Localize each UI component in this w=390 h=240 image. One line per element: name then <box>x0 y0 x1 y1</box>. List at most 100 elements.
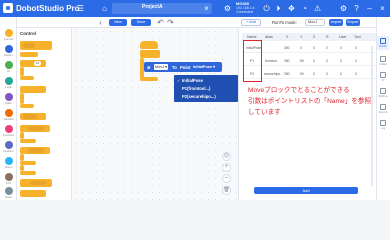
category-logic[interactable]: Logic <box>3 77 14 89</box>
power-icon[interactable]: ⏻ <box>262 4 271 13</box>
category-control[interactable]: Control <box>3 29 14 41</box>
move-mode-dropdown[interactable]: MovJ ▾ <box>154 64 168 70</box>
trash-icon[interactable]: 🗑 <box>222 186 231 195</box>
menu-item-p1[interactable]: P1(fromtool...) <box>182 86 210 91</box>
back-icon[interactable]: ‹ <box>96 18 105 27</box>
palette-block-sync[interactable] <box>20 179 52 187</box>
col-alias: Alias <box>265 35 273 39</box>
move-block[interactable]: ⚙ MovJ ▾ To Point InitialPose ▾ <box>144 62 222 72</box>
cell-alias: fromtool <box>265 59 277 63</box>
block-slot <box>28 148 44 153</box>
alarm-icon[interactable]: ⚠ <box>313 4 322 13</box>
category-io[interactable]: IO <box>3 61 14 73</box>
new-button[interactable]: New <box>109 19 127 26</box>
palette-block-start[interactable] <box>20 41 52 50</box>
point-dropdown[interactable]: InitialPose ▾ <box>192 64 218 70</box>
add-button[interactable]: Add <box>254 187 358 194</box>
palette-block-repeat[interactable]: 10 <box>20 60 46 67</box>
category-dot-icon <box>4 45 13 53</box>
home-icon[interactable]: ⌂ <box>100 4 109 13</box>
palette-block-ifelse[interactable] <box>20 147 50 154</box>
sidebar-item-global[interactable]: Global <box>377 56 389 66</box>
app-title: DobotStudio Pro <box>16 3 80 13</box>
redo-icon[interactable]: ↷ <box>166 18 175 27</box>
palette-block-end[interactable] <box>20 190 46 197</box>
save-button[interactable]: Save <box>131 19 151 26</box>
category-motion[interactable]: Motion <box>3 45 14 57</box>
move-gear-icon: ⚙ <box>147 65 151 70</box>
palette-block-set[interactable] <box>20 113 46 120</box>
category-dot-icon <box>4 61 13 69</box>
help-icon[interactable]: ? <box>352 4 361 13</box>
category-vision[interactable]: Vision <box>3 157 14 169</box>
if-foot <box>20 139 36 143</box>
settings-icon[interactable]: ⚙ <box>339 4 348 13</box>
category-bar: Control Motion IO Logic Math Variable Fu… <box>0 17 17 200</box>
device-connection: Connected <box>236 10 253 14</box>
undo-icon[interactable]: ↶ <box>156 18 165 27</box>
if-arm <box>20 132 24 139</box>
run-mode-select[interactable]: MovJ <box>305 19 325 26</box>
col-user: User <box>339 35 347 39</box>
sidebar-item-modbus[interactable]: Modbus <box>377 88 389 98</box>
cell-alias: securehipo <box>264 72 281 76</box>
loop-foot <box>140 77 158 81</box>
repeat-count-input[interactable]: 10 <box>34 61 41 66</box>
sidebar-item-record[interactable]: Record <box>377 104 389 114</box>
global-icon <box>380 56 386 62</box>
col-x: X <box>286 35 289 39</box>
category-dot-icon <box>4 187 13 195</box>
repeat-foot <box>20 76 34 80</box>
category-dot-icon <box>4 109 13 117</box>
sidebar-item-points[interactable]: Points <box>377 36 389 50</box>
category-dot-icon <box>4 77 13 85</box>
import-button[interactable]: Import <box>329 19 343 26</box>
col-r: R <box>326 35 329 39</box>
sidebar-item-log[interactable]: Log <box>377 120 389 130</box>
cell-r: 0 <box>326 46 328 50</box>
export-button[interactable]: Export <box>346 19 360 26</box>
move-to-label: To <box>172 65 177 70</box>
app-brand: DobotStudio Pro <box>3 3 80 13</box>
speed-icon[interactable]: ◔ <box>300 4 309 13</box>
sidebar-item-io[interactable]: IO <box>377 72 389 82</box>
canvas-block-start[interactable] <box>140 41 158 49</box>
category-other[interactable]: Other <box>3 187 14 199</box>
category-dot-icon <box>4 93 13 101</box>
category-function[interactable]: Function <box>3 125 14 137</box>
block-slot <box>28 126 44 131</box>
cell-user: 0 <box>340 46 342 50</box>
cell-tool: 0 <box>355 59 357 63</box>
palette-block-if[interactable] <box>20 125 50 132</box>
cell-user: 0 <box>340 59 342 63</box>
tab-project[interactable]: ProjectA <box>142 4 163 10</box>
cell-r: 0 <box>326 59 328 63</box>
points-scrollbar[interactable] <box>371 46 373 186</box>
zoom-in-icon[interactable]: + <box>222 163 231 172</box>
menu-icon[interactable]: ☰ <box>76 4 85 13</box>
window-close-icon[interactable]: × <box>378 4 387 13</box>
menu-item-p2[interactable]: P2(securehipo...) <box>182 94 216 99</box>
category-modbus[interactable]: Modbus <box>3 141 14 153</box>
canvas-block-loop[interactable] <box>140 50 160 58</box>
palette-block-cap[interactable] <box>20 52 38 57</box>
menu-item-initialpose[interactable]: InitialPose <box>182 78 203 83</box>
close-tab-icon[interactable]: × <box>202 4 211 13</box>
palette-block-wait[interactable] <box>20 86 46 93</box>
category-dot-icon <box>4 141 13 149</box>
run-mode-label: RunTo mode: <box>272 20 297 25</box>
jog-icon[interactable]: ✥ <box>287 4 296 13</box>
block-slot <box>23 43 35 48</box>
zoom-out-icon[interactable]: – <box>222 174 231 183</box>
category-math[interactable]: Math <box>3 93 14 105</box>
category-variable[interactable]: Variable <box>3 109 14 121</box>
recenter-icon[interactable]: ◎ <box>222 152 231 161</box>
category-tcp[interactable]: TCP <box>3 173 14 185</box>
name-column-highlight <box>243 40 262 82</box>
top-bar: DobotStudio Pro ☰ ⌂ ProjectA × ⚙ MG400 1… <box>0 0 390 17</box>
cell-y: 50 <box>300 72 304 76</box>
minimize-icon[interactable]: – <box>365 4 374 13</box>
enable-icon[interactable]: ⏵ <box>274 4 283 13</box>
add-point-button[interactable]: + Add <box>241 19 261 26</box>
category-dot-icon <box>4 157 13 165</box>
